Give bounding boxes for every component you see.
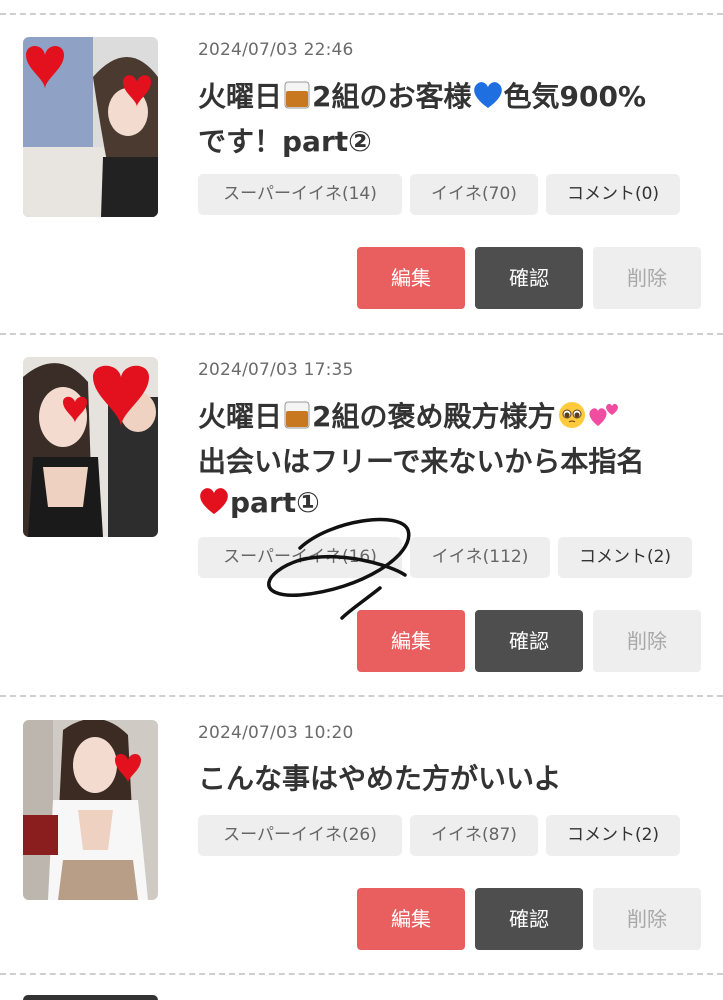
reaction-chips: スーパーイイネ(26) イイネ(87) コメント(2) <box>198 815 680 856</box>
comment-chip[interactable]: コメント(2) <box>546 815 680 856</box>
blue-heart-icon <box>472 80 504 121</box>
title-text: 色気900% <box>503 80 647 113</box>
red-heart-icon <box>198 486 230 527</box>
delete-button[interactable]: 削除 <box>593 610 701 672</box>
title-text: 火曜日 <box>198 400 283 433</box>
comment-chip[interactable]: コメント(2) <box>558 537 692 578</box>
comment-chip[interactable]: コメント(0) <box>546 174 680 215</box>
whisky-glass-icon <box>282 400 312 441</box>
confirm-button[interactable]: 確認 <box>475 610 583 672</box>
two-hearts-icon <box>588 400 622 441</box>
edit-button[interactable]: 編集 <box>357 610 465 672</box>
reaction-chips: スーパーイイネ(16) イイネ(112) コメント(2) <box>198 537 692 578</box>
super-like-chip[interactable]: スーパーイイネ(14) <box>198 174 402 215</box>
pleading-face-icon <box>556 400 588 441</box>
post-actions: 編集 確認 削除 <box>357 247 701 309</box>
delete-button[interactable]: 削除 <box>593 888 701 950</box>
super-like-chip[interactable]: スーパーイイネ(16) <box>198 537 402 578</box>
post-title[interactable]: 火曜日 2組のお客様 色気900% です！part② <box>198 76 708 162</box>
post-divider <box>0 13 723 15</box>
post-date: 2024/07/03 17:35 <box>198 360 354 380</box>
post-title[interactable]: 火曜日 2組の褒め殿方様方出会いはフリーで来ないから本指名 part① <box>198 396 708 527</box>
title-text: です！part② <box>198 125 372 158</box>
edit-button[interactable]: 編集 <box>357 888 465 950</box>
delete-button[interactable]: 削除 <box>593 247 701 309</box>
post-divider <box>0 973 723 975</box>
title-text: part① <box>230 486 320 519</box>
title-text: 2組の褒め殿方様方 <box>312 400 556 433</box>
title-text: 2組のお客様 <box>312 80 472 113</box>
post-thumbnail[interactable] <box>23 357 158 537</box>
post-date: 2024/07/03 10:20 <box>198 723 354 743</box>
post-thumbnail[interactable] <box>23 37 158 217</box>
post-divider <box>0 333 723 335</box>
post-date: 2024/07/03 22:46 <box>198 40 354 60</box>
next-post-thumbnail-edge <box>23 995 158 1000</box>
post-divider <box>0 695 723 697</box>
title-text: 出会いはフリーで来ないから本指名 <box>198 445 645 478</box>
post-actions: 編集 確認 削除 <box>357 888 701 950</box>
super-like-chip[interactable]: スーパーイイネ(26) <box>198 815 402 856</box>
like-chip[interactable]: イイネ(87) <box>410 815 538 856</box>
like-chip[interactable]: イイネ(70) <box>410 174 538 215</box>
reaction-chips: スーパーイイネ(14) イイネ(70) コメント(0) <box>198 174 680 215</box>
like-chip[interactable]: イイネ(112) <box>410 537 550 578</box>
post-title[interactable]: こんな事はやめた方がいいよ <box>198 758 708 799</box>
post-actions: 編集 確認 削除 <box>357 610 701 672</box>
title-text: 火曜日 <box>198 80 283 113</box>
edit-button[interactable]: 編集 <box>357 247 465 309</box>
whisky-glass-icon <box>282 80 312 121</box>
confirm-button[interactable]: 確認 <box>475 247 583 309</box>
confirm-button[interactable]: 確認 <box>475 888 583 950</box>
post-thumbnail[interactable] <box>23 720 158 900</box>
